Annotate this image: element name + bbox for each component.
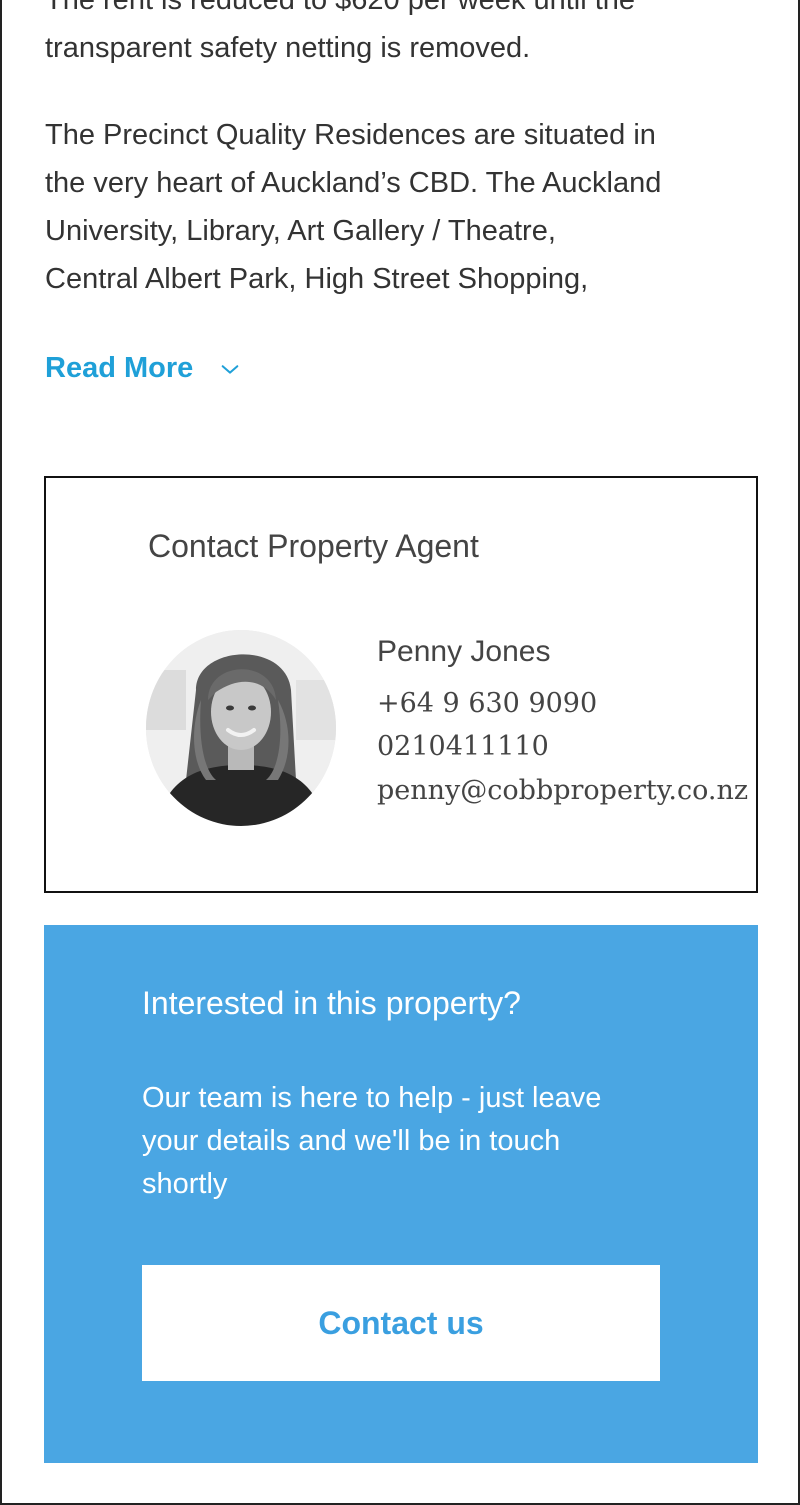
- description-line: University, Library, Art Gallery / Theat…: [45, 215, 556, 247]
- description-line: The Precinct Quality Residences are situ…: [45, 119, 656, 151]
- agent-avatar: [146, 630, 336, 826]
- enquiry-title: Interested in this property?: [142, 985, 521, 1021]
- enquiry-body: Our team is here to help - just leave yo…: [142, 1077, 702, 1206]
- read-more-link[interactable]: Read More: [45, 352, 241, 385]
- description-text-top: The rent is reduced to $620 per week unt…: [45, 0, 770, 72]
- agent-mobile[interactable]: 0210411110: [377, 731, 549, 762]
- agent-name: Penny Jones: [377, 635, 551, 668]
- chevron-down-icon: [221, 364, 239, 374]
- description-paragraph: The Precinct Quality Residences are situ…: [45, 111, 770, 303]
- description-line: Central Albert Park, High Street Shoppin…: [45, 263, 589, 295]
- agent-phone[interactable]: +64 9 630 9090: [377, 688, 597, 719]
- contact-us-button[interactable]: Contact us: [142, 1265, 660, 1381]
- description-line: the very heart of Auckland’s CBD. The Au…: [45, 167, 662, 199]
- agent-email[interactable]: penny@cobbproperty.co.nz: [377, 775, 748, 806]
- agent-contact-card: Contact Property Agent Penny Jones +64 9…: [44, 476, 758, 893]
- read-more-label: Read More: [45, 352, 194, 384]
- agent-card-heading: Contact Property Agent: [148, 528, 479, 564]
- description-line: transparent safety netting is removed.: [45, 32, 531, 64]
- enquiry-body-line: your details and we'll be in touch: [142, 1125, 561, 1157]
- description-partial-line: The rent is reduced to $620 per week unt…: [45, 0, 636, 16]
- enquiry-body-line: Our team is here to help - just leave: [142, 1082, 602, 1114]
- enquiry-body-line: shortly: [142, 1168, 228, 1200]
- enquiry-panel: Interested in this property? Our team is…: [44, 925, 758, 1463]
- agent-portrait-image: [146, 630, 336, 826]
